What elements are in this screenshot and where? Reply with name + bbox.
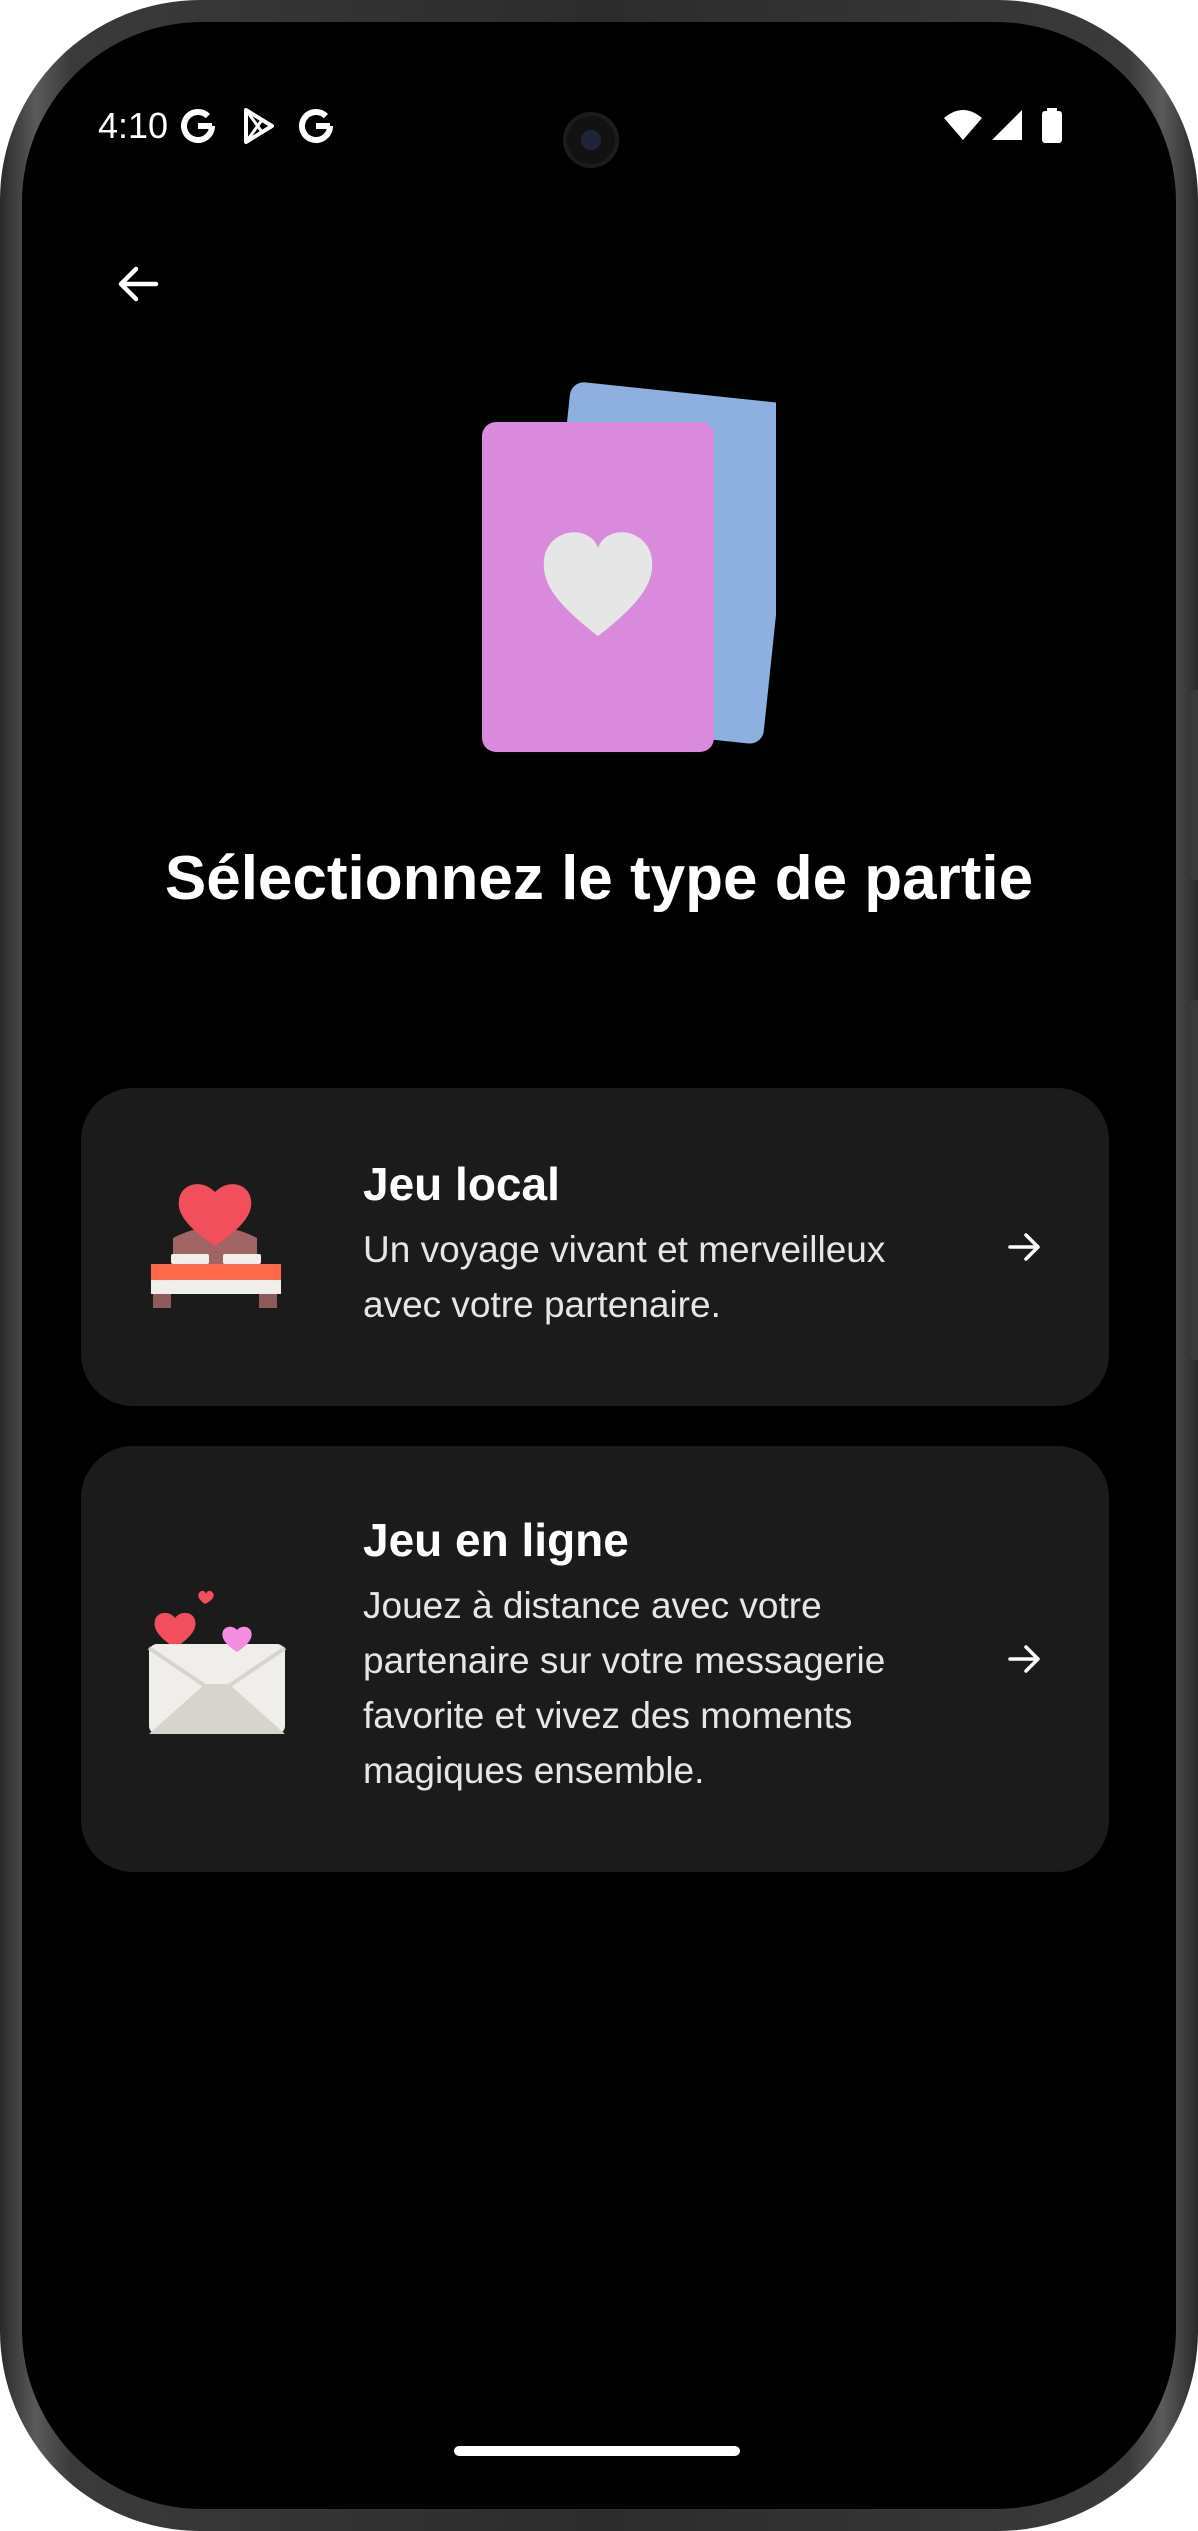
cards-heart-icon [482,382,776,752]
status-time: 4:10 [98,105,169,146]
status-bar: 4:10 [22,22,1176,168]
local-game-title: Jeu local [363,1158,560,1210]
google-icon [299,109,333,143]
wifi-icon [944,110,982,140]
front-camera [563,112,619,168]
local-game-description: Un voyage vivant et merveilleux avec vot… [363,1229,886,1325]
online-game-description: Jouez à distance avec votre partenaire s… [363,1585,886,1791]
play-store-icon [244,108,274,144]
love-letter-icon [147,1590,287,1734]
volume-button [1190,690,1198,880]
phone-frame: 4:10 Sélectionnez le type de partie Jeu … [0,0,1198,2531]
screen: 4:10 Sélectionnez le type de partie Jeu … [22,22,1176,2509]
arrow-left-icon [118,266,159,302]
bed-heart-icon [151,1184,281,1308]
local-game-arrow [999,1222,1049,1272]
arrow-right-icon [1008,1645,1040,1673]
local-game-card[interactable]: Jeu local Un voyage vivant et merveilleu… [81,1088,1109,1406]
online-game-title: Jeu en ligne [363,1514,629,1566]
local-game-text: Jeu local Un voyage vivant et merveilleu… [363,1156,943,1332]
online-game-text: Jeu en ligne Jouez à distance avec votre… [363,1512,943,1798]
back-button[interactable] [98,244,178,324]
battery-icon [1042,108,1062,143]
google-icon [181,109,215,143]
page-title: Sélectionnez le type de partie [164,844,1034,913]
home-indicator[interactable] [454,2446,740,2456]
online-game-arrow [999,1634,1049,1684]
signal-icon [992,110,1022,140]
arrow-right-icon [1008,1233,1040,1261]
online-game-card[interactable]: Jeu en ligne Jouez à distance avec votre… [81,1446,1109,1872]
power-button [1190,1000,1198,1360]
